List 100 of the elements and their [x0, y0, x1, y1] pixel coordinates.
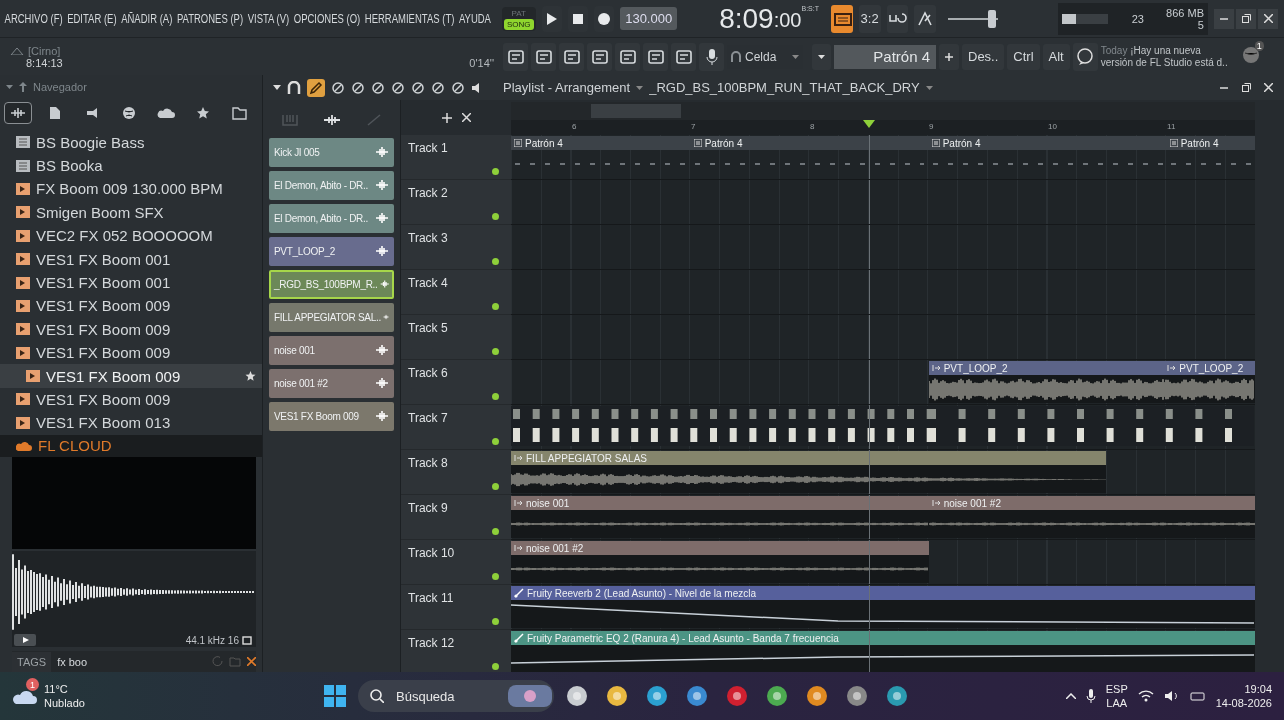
chevron-up-icon[interactable]: [1065, 693, 1076, 699]
clip-header[interactable]: Patrón 4: [511, 136, 691, 150]
help-button[interactable]: [1072, 42, 1098, 71]
search-bar[interactable]: Búsqueda: [358, 680, 554, 712]
led-icon[interactable]: [492, 168, 499, 175]
clip-header[interactable]: Patrón 4: [1166, 136, 1255, 150]
track-name[interactable]: Track 12: [408, 636, 455, 650]
temperature[interactable]: 11°C: [44, 682, 85, 696]
menu-item[interactable]: HERRAMIENTAS (T): [364, 11, 455, 26]
mode-button[interactable]: Des..: [962, 43, 1005, 70]
track-name[interactable]: Track 7: [408, 411, 448, 425]
plus-icon[interactable]: [441, 112, 452, 123]
close-icon[interactable]: [247, 657, 256, 666]
clock-time[interactable]: 19:04: [1244, 682, 1272, 696]
menu-item[interactable]: EDITAR (E): [67, 11, 117, 26]
waveform-icon[interactable]: [323, 114, 342, 126]
pattern-name[interactable]: _RGD_BS_100BPM_RUN_THAT_BACK_DRY: [649, 80, 920, 95]
track-name[interactable]: Track 4: [408, 276, 448, 290]
clip-header[interactable]: noise 001: [511, 496, 929, 510]
led-icon[interactable]: [492, 303, 499, 310]
browser-item[interactable]: VES1 FX Boom 009: [0, 294, 262, 318]
add-pattern-button[interactable]: [939, 43, 959, 70]
led-icon[interactable]: [492, 393, 499, 400]
playlist-button[interactable]: [587, 42, 612, 71]
loop-button[interactable]: [671, 42, 696, 71]
playlist-title[interactable]: Playlist - Arrangement: [503, 80, 631, 95]
clip-header[interactable]: Patrón 4: [928, 136, 1167, 150]
keyboard-toggle[interactable]: [831, 4, 853, 33]
mode-switch[interactable]: SONG: [504, 18, 534, 30]
led-icon[interactable]: [492, 483, 499, 490]
led-icon[interactable]: [492, 573, 499, 580]
menu-item[interactable]: AÑADIR (A): [121, 11, 173, 26]
track-name[interactable]: Track 3: [408, 231, 448, 245]
browser-item[interactable]: VES1 FX Boom 009: [0, 387, 262, 412]
play-icon[interactable]: [14, 634, 36, 646]
track-name[interactable]: Track 2: [408, 186, 448, 200]
language-indicator[interactable]: ESP LAA: [1105, 682, 1128, 710]
browser-item[interactable]: VES1 FX Boom 009: [0, 341, 262, 365]
countdown-toggle[interactable]: 3:2: [858, 4, 881, 33]
clip-header[interactable]: Fruity Reeverb 2 (Lead Asunto) - Nivel de la mezcla: [511, 586, 1255, 600]
browser-item[interactable]: VES1 FX Boom 001: [0, 270, 262, 295]
led-icon[interactable]: [492, 438, 499, 445]
browser-item[interactable]: VES1 FX Boom 009: [0, 364, 262, 388]
timeline-ruler[interactable]: 6 7 8 9 10 11: [511, 120, 1255, 135]
track-name[interactable]: Track 1: [408, 141, 448, 155]
loop-record-toggle[interactable]: [886, 4, 909, 33]
battery-icon[interactable]: [1189, 690, 1206, 702]
arrow-button[interactable]: [643, 42, 668, 71]
menu-item[interactable]: VISTA (V): [247, 11, 290, 26]
clip-header[interactable]: PVT_LOOP_2: [1164, 361, 1255, 375]
magnet-icon[interactable]: [287, 80, 301, 95]
mode-button[interactable]: Alt: [1042, 43, 1070, 70]
clip-header[interactable]: PVT_LOOP_2: [928, 361, 1165, 375]
brush-icon[interactable]: [331, 80, 345, 95]
led-icon[interactable]: [492, 618, 499, 625]
menu-item[interactable]: AYUDA: [458, 11, 491, 26]
channel-item[interactable]: VES1 FX Boom 009: [269, 401, 394, 431]
close-button[interactable]: [1258, 8, 1278, 29]
overview-scrollbar[interactable]: [511, 102, 1255, 120]
restore-button[interactable]: [1236, 8, 1256, 29]
browser-item[interactable]: VES1 FX Boom 001: [0, 247, 262, 271]
browser-item[interactable]: BS Booka: [0, 153, 262, 178]
led-icon[interactable]: [492, 663, 499, 670]
minimize-button[interactable]: [1214, 8, 1234, 29]
piano-roll-button[interactable]: [559, 42, 584, 71]
led-icon[interactable]: [492, 528, 499, 535]
microphone-icon[interactable]: [1085, 689, 1096, 703]
track-name[interactable]: Track 5: [408, 321, 448, 335]
mode-button[interactable]: Ctrl: [1007, 43, 1040, 70]
wifi-icon[interactable]: [1137, 690, 1154, 702]
channel-item[interactable]: Kick JI 005: [269, 137, 394, 167]
track-name[interactable]: Track 6: [408, 366, 448, 380]
channel-item[interactable]: _RGD_BS_100BPM_R..: [269, 269, 394, 299]
channel-item[interactable]: noise 001: [269, 335, 394, 365]
menu-item[interactable]: ARCHIVO (F): [4, 11, 63, 26]
browser-item[interactable]: BS Boogie Bass: [0, 130, 262, 154]
channel-item[interactable]: FILL APPEGIATOR SAL..: [269, 302, 394, 332]
master-slider[interactable]: [948, 8, 998, 29]
channel-item[interactable]: El Demon, Abito - DR..: [269, 203, 394, 233]
channel-item[interactable]: El Demon, Abito - DR..: [269, 170, 394, 200]
browser-item[interactable]: FX Boom 009 130.000 BPM: [0, 177, 262, 201]
browser-item[interactable]: VES1 FX Boom 013: [0, 411, 262, 435]
track-name[interactable]: Track 9: [408, 501, 448, 515]
mixer-button[interactable]: [615, 42, 640, 71]
news-text[interactable]: Today ¡Hay una nueva versión de FL Studio está d..: [1100, 44, 1235, 69]
browser-tab[interactable]: [4, 102, 32, 125]
pattern-selector[interactable]: Patrón 4: [834, 44, 936, 69]
folder-tree-button[interactable]: [503, 42, 528, 71]
browser-item[interactable]: Smigen Boom SFX: [0, 200, 262, 225]
browser-item[interactable]: VEC2 FX 052 BOOOOOM: [0, 224, 262, 248]
channel-item[interactable]: noise 001 #2: [269, 368, 394, 398]
track-name[interactable]: Track 8: [408, 456, 448, 470]
clock-date[interactable]: 14-08-2026: [1215, 696, 1272, 710]
led-icon[interactable]: [492, 213, 499, 220]
pencil-tool[interactable]: [307, 78, 325, 97]
microphone-button[interactable]: [699, 42, 724, 71]
weather-text[interactable]: Nublado: [44, 696, 85, 710]
track-name[interactable]: Track 11: [408, 591, 454, 605]
tempo-display[interactable]: 130.000: [620, 7, 678, 30]
led-icon[interactable]: [492, 348, 499, 355]
